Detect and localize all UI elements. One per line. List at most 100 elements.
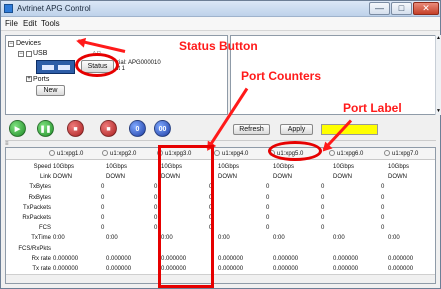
grid-cell: 10Gbps <box>106 164 128 170</box>
status-button-annotation: Status Button <box>179 39 258 53</box>
zero-all-icon[interactable]: 00 <box>154 120 171 137</box>
grid-cell: 0.000000 <box>388 266 414 272</box>
record-icon[interactable]: ■ <box>100 120 117 137</box>
grid-cell: 0 <box>101 225 105 232</box>
title-bar: Avtrinet APG Control — □ ✕ <box>1 1 440 17</box>
grid-cell: DOWN <box>388 174 407 181</box>
port-label-highlight-ring <box>268 141 322 161</box>
grid-cell: DOWN <box>333 174 352 181</box>
grid-cell: 0 <box>381 215 385 221</box>
grid-cell: 0 <box>381 184 385 191</box>
minimize-button[interactable]: — <box>369 2 390 15</box>
grid-cell: 0 <box>321 194 325 201</box>
collapse-usb-icon[interactable]: − <box>18 51 24 57</box>
grid-cell: DOWN <box>273 174 292 181</box>
grid-cell: 10Gbps <box>388 164 410 170</box>
row-label: RxBytes <box>28 194 51 201</box>
grid-cell: 0 <box>321 215 325 221</box>
column-header[interactable]: u1:xpg2.0 <box>102 148 136 160</box>
grid-cell: 10Gbps <box>218 164 240 170</box>
grid-cell: 0.000000 <box>273 255 299 262</box>
usb-label: USB <box>33 50 48 57</box>
column-header[interactable]: u1:xpg7.0 <box>384 148 418 160</box>
column-header-label: u1:xpg1.0 <box>57 151 84 157</box>
grid-cell: 0 <box>381 194 385 201</box>
port-label-input[interactable] <box>321 124 378 135</box>
column-header[interactable]: u1:xpg1.0 <box>49 148 83 160</box>
port-led-icon <box>42 65 54 70</box>
horizontal-scrollbar[interactable] <box>6 274 435 283</box>
grid-cell: 0 <box>381 204 385 211</box>
zero-icon[interactable]: 0 <box>129 120 146 137</box>
grid-cell: 0 <box>101 215 105 221</box>
grid-cell: 0.000000 <box>53 255 79 262</box>
maximize-button[interactable]: □ <box>391 2 412 15</box>
grid-cell: 0 <box>154 194 158 201</box>
grid-cell: 0:00 <box>388 235 400 242</box>
grid-cell: 10Gbps <box>273 164 295 170</box>
grid-cell: DOWN <box>53 174 72 181</box>
row-label: Link <box>39 174 51 181</box>
expand-ports-icon[interactable]: + <box>26 76 32 82</box>
scroll-down-icon[interactable]: ▼ <box>436 108 441 115</box>
grid-cell: 0.000000 <box>333 266 359 272</box>
column-radio-icon[interactable] <box>49 150 55 157</box>
column-header[interactable]: u1:xpg6.0 <box>329 148 363 160</box>
collapse-devices-icon[interactable]: − <box>8 41 14 47</box>
grid-cell: 10Gbps <box>53 164 75 170</box>
column-radio-icon[interactable] <box>214 150 220 157</box>
grid-cell: 0:00 <box>273 235 285 242</box>
grid-header: u1:xpg1.0 u1:xpg2.0 u1:xpg3.0 u1:xpg4.0 u1:x… <box>6 148 435 160</box>
grid-cell: 0 <box>154 184 158 191</box>
grid-cell: 0.000000 <box>273 266 299 272</box>
menu-tools[interactable]: Tools <box>41 19 60 28</box>
column-header-label: u1:xpg2.0 <box>110 151 137 157</box>
row-label: TxTime <box>31 235 51 242</box>
grid-cell: 0 <box>266 204 270 211</box>
grid-cell: DOWN <box>218 174 237 181</box>
start-icon[interactable]: ▶ <box>9 120 26 137</box>
grid-cell: 0.000000 <box>333 255 359 262</box>
close-button[interactable]: ✕ <box>413 2 439 15</box>
pause-icon[interactable]: ❚❚ <box>37 120 54 137</box>
column-radio-icon[interactable] <box>102 150 108 157</box>
column-radio-icon[interactable] <box>384 150 390 157</box>
column-radio-icon[interactable] <box>329 150 335 157</box>
grid-cell: 10Gbps <box>333 164 355 170</box>
row-label: TxPackets <box>22 204 51 211</box>
stop-icon[interactable]: ■ <box>67 120 84 137</box>
device-hardware-icon <box>36 60 75 74</box>
grid-cell: 0 <box>321 184 325 191</box>
port-counters-grid: u1:xpg1.0 u1:xpg2.0 u1:xpg3.0 u1:xpg4.0 u1:x… <box>5 147 436 284</box>
refresh-button[interactable]: Refresh <box>233 124 270 135</box>
app-icon <box>4 4 13 13</box>
menu-file[interactable]: File <box>5 19 18 28</box>
grid-cell: 0.000000 <box>218 266 244 272</box>
usb-checkbox[interactable] <box>26 51 32 57</box>
grid-cell: 0 <box>321 225 325 232</box>
grid-cell: 0:00 <box>53 235 65 242</box>
port-counters-highlight <box>158 145 214 288</box>
column-header-label: u1:xpg6.0 <box>337 151 364 157</box>
grid-cell: 0 <box>266 215 270 221</box>
grid-cell: 0 <box>101 184 105 191</box>
new-button[interactable]: New <box>36 85 65 96</box>
apply-button[interactable]: Apply <box>280 124 313 135</box>
grid-cell: 0.000000 <box>218 255 244 262</box>
app-window: Avtrinet APG Control — □ ✕ File Edit Too… <box>0 0 441 289</box>
grid-cell: 0.000000 <box>388 255 414 262</box>
row-label: Rx rate <box>31 255 51 262</box>
menu-edit[interactable]: Edit <box>23 19 37 28</box>
scroll-up-icon[interactable]: ▲ <box>436 35 441 42</box>
grid-cell: 0 <box>266 225 270 232</box>
devices-label: Devices <box>16 40 41 47</box>
vertical-scrollbar[interactable]: ▲ ▼ <box>435 35 441 115</box>
column-header[interactable]: u1:xpg4.0 <box>214 148 248 160</box>
grid-cell: 0:00 <box>106 235 118 242</box>
grid-cell: 0 <box>101 204 105 211</box>
device-serial: rial: APG000010 it 1 <box>117 60 161 72</box>
status-highlight-ring <box>75 53 119 77</box>
grid-cell: 0:00 <box>333 235 345 242</box>
window-title: Avtrinet APG Control <box>17 4 91 13</box>
column-header-label: u1:xpg4.0 <box>222 151 249 157</box>
